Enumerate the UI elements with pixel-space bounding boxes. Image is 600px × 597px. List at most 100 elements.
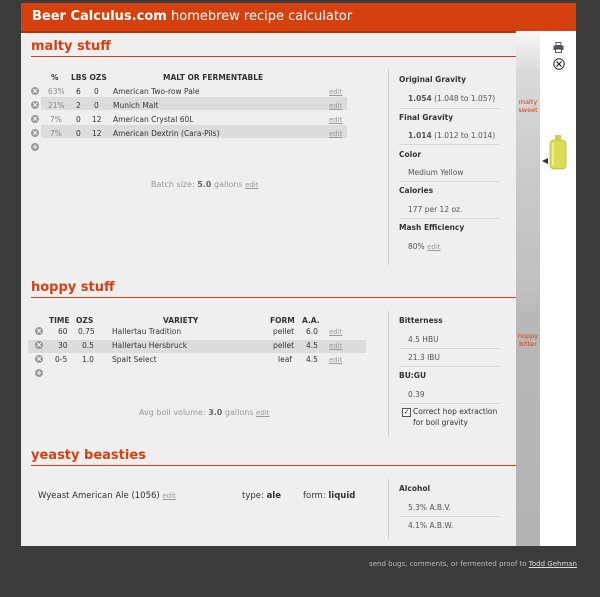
yeast-stats-panel (388, 479, 389, 539)
og-value: 1.054 (1.048 to 1.057) (408, 94, 495, 103)
mash-label: Mash Efficiency (399, 223, 465, 232)
add-hop-icon[interactable]: + (35, 369, 43, 377)
app-window: Beer Calculus.com homebrew recipe calcul… (21, 3, 576, 546)
hops-section-rule (31, 297, 516, 298)
hop-variety: Hallertau Tradition (112, 327, 182, 336)
malt-pct: 21% (48, 101, 65, 110)
malt-pct: 63% (48, 87, 65, 96)
malt-lbs: 6 (76, 87, 81, 96)
hop-variety: Spalt Select (112, 355, 157, 364)
yeast-section-rule (31, 465, 516, 466)
add-malt-icon[interactable]: + (31, 143, 39, 151)
batch-size: Batch size: 5.0 gallons edit (151, 180, 259, 189)
batch-size-value: 5.0 (197, 180, 212, 189)
boil-volume-value: 3.0 (208, 408, 223, 417)
boil-volume-label: Avg boil volume: (139, 408, 206, 417)
fg-label: Final Gravity (399, 113, 454, 122)
hop-aa: 4.5 (306, 355, 318, 364)
malt-col-lbs-ozs: LBS OZS (71, 73, 107, 82)
mash-value: 80% edit (408, 242, 441, 251)
hop-time: 0-5 (55, 355, 68, 364)
batch-size-label: Batch size: (151, 180, 195, 189)
hop-ozs: 0.75 (78, 327, 95, 336)
remove-icon[interactable]: × (31, 101, 39, 109)
malt-section-title: malty stuff (31, 39, 111, 54)
scale-label-malty: malty sweet (516, 98, 540, 114)
hops-col-aa: A.A. (302, 316, 320, 325)
hop-variety: Hallertau Hersbruck (112, 341, 188, 350)
yeast-name: Wyeast American Ale (1056) edit (38, 491, 176, 501)
hops-col-variety: VARIETY (163, 316, 199, 325)
yeast-edit-link[interactable]: edit (162, 492, 175, 500)
abw-value: 4.1% A.B.W. (408, 521, 454, 530)
malt-lbs: 2 (76, 101, 81, 110)
remove-icon[interactable]: × (31, 129, 39, 137)
divider (399, 348, 499, 349)
malt-lbs: 0 (76, 115, 81, 124)
remove-icon[interactable]: × (35, 355, 43, 363)
hop-ozs: 1.0 (82, 355, 94, 364)
divider (399, 108, 499, 109)
hop-time: 30 (58, 341, 68, 350)
og-label: Original Gravity (399, 75, 467, 84)
hops-stats-panel (388, 311, 389, 436)
scale-label-hoppy: hoppy bitter (516, 332, 540, 348)
remove-icon[interactable]: × (35, 327, 43, 335)
malt-name: American Two-row Pale (113, 87, 200, 96)
footer: send bugs, comments, or fermented proof … (0, 560, 577, 568)
scale-hoppy-text: hoppy (517, 332, 539, 340)
malt-row-stripe (41, 97, 347, 110)
malt-edit-link[interactable]: edit (329, 88, 342, 96)
hop-edit-link[interactable]: edit (329, 356, 342, 364)
mash-number: 80% (408, 242, 425, 251)
bugu-value: 0.39 (408, 390, 425, 399)
hop-aa: 6.0 (306, 327, 318, 336)
malt-edit-link[interactable]: edit (329, 116, 342, 124)
brand-logo[interactable]: Beer Calculus.com (32, 9, 167, 24)
close-icon[interactable] (553, 55, 565, 70)
scale-malty-text: malty (518, 98, 538, 106)
boil-volume-unit: gallons (224, 408, 254, 417)
yeast-type-label: type: (242, 491, 264, 501)
yeast-section-title: yeasty beasties (31, 448, 146, 463)
malt-ozs: 0 (94, 101, 99, 110)
footer-author-link[interactable]: Todd Gehman (529, 560, 577, 568)
hop-edit-link[interactable]: edit (329, 328, 342, 336)
correct-extraction-checkbox[interactable]: ✓ (402, 408, 411, 417)
malt-lbs: 0 (76, 129, 81, 138)
malt-edit-link[interactable]: edit (329, 102, 342, 110)
hop-time: 60 (58, 327, 68, 336)
malt-ozs: 12 (92, 129, 102, 138)
footer-text: send bugs, comments, or fermented proof … (369, 560, 527, 568)
page-tagline: homebrew recipe calculator (171, 9, 353, 24)
calories-label: Calories (399, 186, 434, 195)
color-value: Medium Yellow (408, 168, 464, 177)
yeast-form-value: liquid (328, 491, 356, 501)
boil-volume: Avg boil volume: 3.0 gallons edit (139, 408, 269, 417)
mash-edit-link[interactable]: edit (427, 243, 440, 251)
hop-form: pellet (273, 341, 295, 350)
hop-ozs: 0.5 (82, 341, 94, 350)
fg-value: 1.014 (1.012 to 1.014) (408, 131, 495, 140)
hop-edit-link[interactable]: edit (329, 342, 342, 350)
hbu-value: 4.5 HBU (408, 335, 439, 344)
remove-icon[interactable]: × (31, 115, 39, 123)
boil-volume-edit-link[interactable]: edit (256, 409, 269, 417)
divider (399, 181, 499, 182)
batch-size-edit-link[interactable]: edit (245, 181, 258, 189)
remove-icon[interactable]: × (31, 87, 39, 95)
yeast-strain: Wyeast American Ale (1056) (38, 491, 160, 501)
hops-col-form: FORM (270, 316, 295, 325)
bugu-label: BU:GU (399, 371, 427, 380)
malt-section-rule (31, 56, 516, 57)
divider (399, 516, 499, 517)
remove-icon[interactable]: × (35, 341, 43, 349)
malt-name: American Dextrin (Cara-Pils) (113, 129, 220, 138)
beer-glass-icon (548, 134, 570, 170)
malt-pct: 7% (50, 115, 62, 124)
print-icon[interactable] (553, 38, 564, 53)
yeast-type-value: ale (266, 491, 281, 501)
divider (399, 218, 499, 219)
yeast-form-label: form: (303, 491, 326, 501)
malt-edit-link[interactable]: edit (329, 130, 342, 138)
